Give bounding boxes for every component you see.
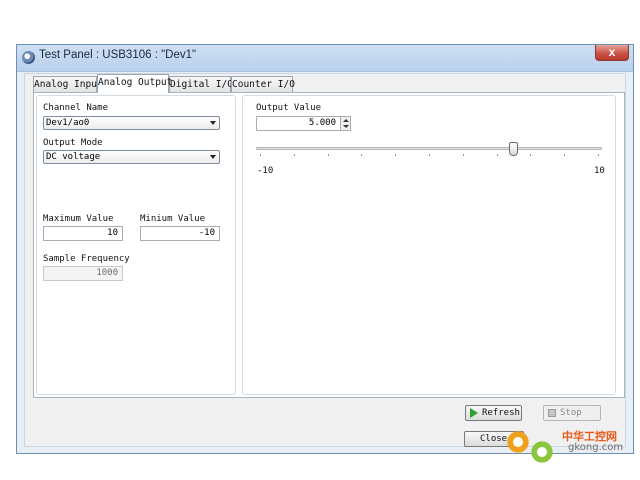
analog-output-panel: Channel Name Dev1/ao0 Output Mode DC vol… — [33, 92, 625, 398]
watermark-url-text: gkong.com — [568, 442, 624, 453]
spin-down-icon — [343, 125, 349, 128]
chevron-down-icon — [210, 155, 216, 159]
output-mode-value: DC voltage — [46, 152, 101, 162]
output-mode-select[interactable]: DC voltage — [43, 150, 220, 164]
refresh-button[interactable]: Refresh — [465, 405, 522, 421]
play-icon — [470, 408, 478, 418]
slider-tick — [429, 154, 430, 156]
gkong-watermark: 中华工控网 gkong.com — [504, 424, 636, 468]
window-title: Test Panel : USB3106 : "Dev1" — [39, 49, 197, 61]
title-bar[interactable]: Test Panel : USB3106 : "Dev1" x — [17, 45, 633, 72]
output-value-group: Output Value 5.000 -10 10 — [242, 95, 616, 395]
output-value-field[interactable]: 5.000 — [256, 116, 341, 131]
slider-tick — [462, 154, 464, 156]
chevron-down-icon — [210, 121, 216, 125]
tab-analog-output[interactable]: Analog Output — [97, 74, 172, 93]
slider-track — [256, 147, 602, 150]
window-close-button[interactable]: x — [595, 45, 629, 61]
gear-icon — [530, 440, 554, 464]
refresh-button-label: Refresh — [482, 408, 520, 418]
sample-frequency-field: 1000 — [43, 266, 123, 281]
client-area: Analog Input Analog Output Digital I/O C… — [24, 73, 626, 447]
slider-tick — [260, 154, 261, 156]
gear-icon — [506, 430, 530, 454]
stop-icon — [548, 409, 556, 417]
output-mode-label: Output Mode — [43, 138, 103, 148]
minimum-value-field[interactable]: -10 — [140, 226, 220, 241]
output-value-slider[interactable] — [256, 142, 602, 172]
stop-button-label: Stop — [560, 408, 582, 418]
sample-frequency-label: Sample Frequency — [43, 254, 130, 264]
maximum-value-label: Maximum Value — [43, 214, 114, 224]
slider-tick — [496, 154, 498, 156]
panel-icon — [22, 51, 35, 64]
channel-name-value: Dev1/ao0 — [46, 118, 90, 128]
channel-settings-group: Channel Name Dev1/ao0 Output Mode DC vol… — [36, 95, 236, 395]
output-value-spinner[interactable] — [340, 116, 351, 131]
maximum-value-field[interactable]: 10 — [43, 226, 123, 241]
channel-name-label: Channel Name — [43, 103, 109, 113]
tab-digital-io[interactable]: Digital I/O — [169, 76, 233, 92]
slider-tick — [530, 154, 532, 156]
slider-tick — [327, 154, 329, 156]
stop-button[interactable]: Stop — [543, 405, 601, 421]
minimum-value-label: Minium Value — [140, 214, 206, 224]
slider-tick — [395, 154, 397, 156]
slider-tick — [361, 154, 363, 156]
slider-tick — [598, 154, 599, 156]
slider-thumb[interactable] — [508, 142, 518, 156]
slider-min-label: -10 — [257, 166, 274, 176]
tab-analog-input[interactable]: Analog Input — [33, 76, 103, 92]
output-value-label: Output Value — [256, 103, 322, 113]
tab-counter-io[interactable]: Counter I/O — [231, 76, 295, 92]
slider-tick — [564, 154, 566, 156]
slider-tick — [293, 154, 295, 156]
slider-max-label: 10 — [594, 166, 605, 176]
channel-name-select[interactable]: Dev1/ao0 — [43, 116, 220, 130]
test-panel-window: Test Panel : USB3106 : "Dev1" x Analog I… — [16, 44, 634, 454]
spin-up-icon — [343, 119, 349, 122]
